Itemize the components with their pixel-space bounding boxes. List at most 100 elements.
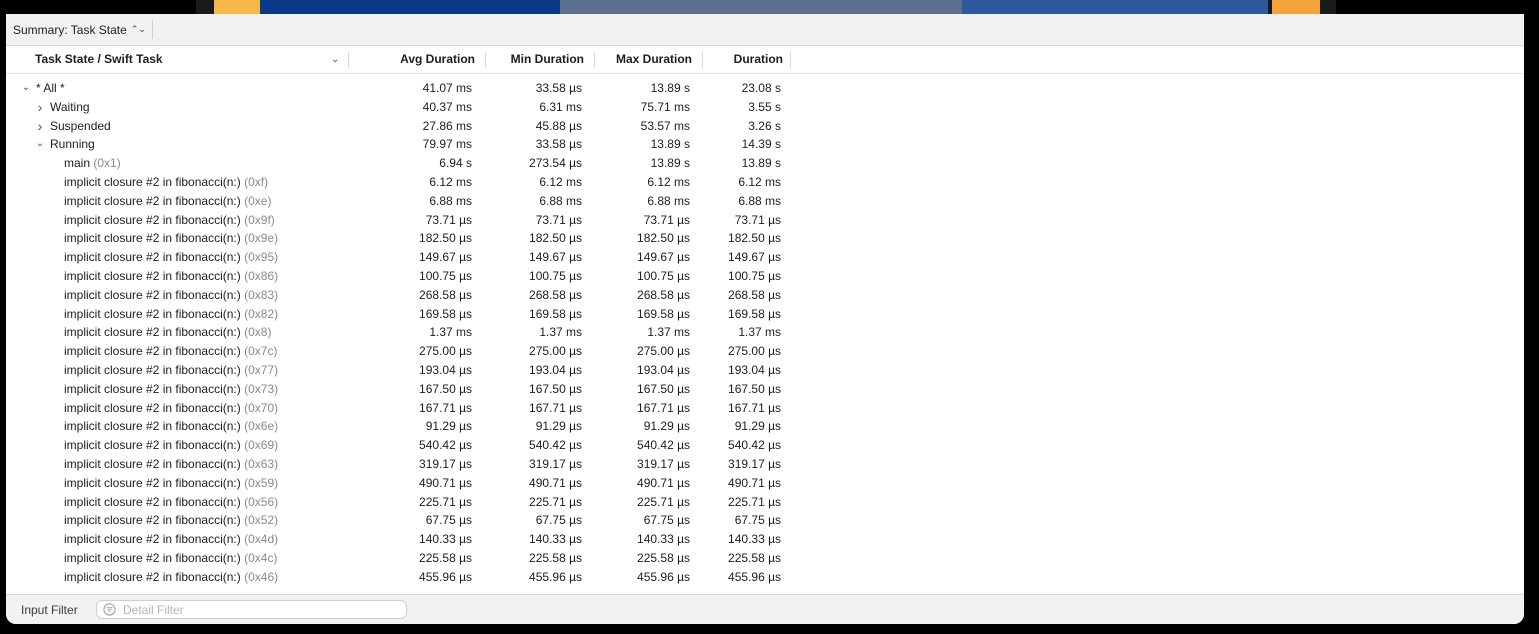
duration-cell: 319.17 µs xyxy=(728,456,781,471)
task-address: (0x82) xyxy=(244,306,279,321)
min-duration-cell: 45.88 µs xyxy=(535,118,582,133)
task-address: (0x7c) xyxy=(244,344,278,359)
timeline-segment xyxy=(260,0,560,14)
task-name: implicit closure #2 in fibonacci(n:) (0x… xyxy=(64,549,277,568)
table-row[interactable]: implicit closure #2 in fibonacci(n:) (0x… xyxy=(6,248,1524,267)
disclosure-open-icon[interactable]: ⌄ xyxy=(20,79,32,98)
column-header: Task State / Swift Task ⌄ Avg Duration M… xyxy=(6,46,1524,74)
table-row[interactable]: ⌄ * All * 41.07 ms 33.58 µs 13.89 s 23.08 s xyxy=(6,79,1524,98)
task-address: (0x52) xyxy=(244,513,279,528)
task-name: implicit closure #2 in fibonacci(n:) (0x… xyxy=(64,248,278,267)
duration-cell: 6.88 ms xyxy=(738,193,781,208)
column-min-duration[interactable]: Min Duration xyxy=(476,46,584,73)
table-row[interactable]: ⌄ Running 79.97 ms 33.58 µs 13.89 s 14.39 s xyxy=(6,135,1524,154)
task-name: implicit closure #2 in fibonacci(n:) (0x… xyxy=(64,192,271,211)
task-address: (0x59) xyxy=(244,475,279,490)
duration-cell: 91.29 µs xyxy=(734,419,781,434)
duration-cell: 3.55 s xyxy=(748,99,781,114)
task-address: (0x56) xyxy=(244,494,279,509)
table-row[interactable]: implicit closure #2 in fibonacci(n:) (0x… xyxy=(6,455,1524,474)
table-row[interactable]: implicit closure #2 in fibonacci(n:) (0x… xyxy=(6,286,1524,305)
duration-cell: 167.71 µs xyxy=(728,400,781,415)
chevron-down-icon[interactable]: ⌄ xyxy=(331,54,339,65)
table-row[interactable]: implicit closure #2 in fibonacci(n:) (0x… xyxy=(6,211,1524,230)
table-row[interactable]: implicit closure #2 in fibonacci(n:) (0x… xyxy=(6,229,1524,248)
table-row[interactable]: implicit closure #2 in fibonacci(n:) (0x… xyxy=(6,192,1524,211)
input-filter-button[interactable]: Input Filter xyxy=(21,603,78,617)
task-label: Suspended xyxy=(50,118,111,133)
task-name: implicit closure #2 in fibonacci(n:) (0x… xyxy=(64,511,278,530)
task-address: (0xe) xyxy=(244,193,272,208)
table-row[interactable]: implicit closure #2 in fibonacci(n:) (0x… xyxy=(6,417,1524,436)
duration-cell: 540.42 µs xyxy=(728,438,781,453)
table-row[interactable]: implicit closure #2 in fibonacci(n:) (0x… xyxy=(6,361,1524,380)
table-row[interactable]: implicit closure #2 in fibonacci(n:) (0x… xyxy=(6,342,1524,361)
min-duration-cell: 268.58 µs xyxy=(529,287,582,302)
avg-duration-cell: 91.29 µs xyxy=(425,419,472,434)
table-row[interactable]: implicit closure #2 in fibonacci(n:) (0x… xyxy=(6,267,1524,286)
column-avg-duration[interactable]: Avg Duration xyxy=(362,46,475,73)
table-row[interactable]: implicit closure #2 in fibonacci(n:) (0x… xyxy=(6,549,1524,568)
task-label: implicit closure #2 in fibonacci(n:) xyxy=(64,325,241,340)
up-down-chevron-icon: ⌃⌄ xyxy=(130,24,146,34)
avg-duration-cell: 149.67 µs xyxy=(419,250,472,265)
timeline-segment xyxy=(214,0,260,14)
table-row[interactable]: main (0x1) 6.94 s 273.54 µs 13.89 s 13.89 s xyxy=(6,154,1524,173)
column-task[interactable]: Task State / Swift Task xyxy=(35,46,163,73)
duration-cell: 275.00 µs xyxy=(728,344,781,359)
duration-cell: 3.26 s xyxy=(748,118,781,133)
task-name: implicit closure #2 in fibonacci(n:) (0x… xyxy=(64,286,278,305)
disclosure-closed-icon[interactable]: › xyxy=(34,98,46,117)
table-row[interactable]: implicit closure #2 in fibonacci(n:) (0x… xyxy=(6,436,1524,455)
table-row[interactable]: implicit closure #2 in fibonacci(n:) (0x… xyxy=(6,474,1524,493)
task-label: implicit closure #2 in fibonacci(n:) xyxy=(64,268,241,283)
task-address: (0x86) xyxy=(244,268,279,283)
task-label: implicit closure #2 in fibonacci(n:) xyxy=(64,193,241,208)
min-duration-cell: 100.75 µs xyxy=(529,268,582,283)
table-row[interactable]: implicit closure #2 in fibonacci(n:) (0x… xyxy=(6,493,1524,512)
table-row[interactable]: implicit closure #2 in fibonacci(n:) (0x… xyxy=(6,323,1524,342)
detail-filter-field[interactable] xyxy=(96,600,407,619)
table-row[interactable]: › Suspended 27.86 ms 45.88 µs 53.57 ms 3.26 s xyxy=(6,117,1524,136)
task-name: implicit closure #2 in fibonacci(n:) (0x… xyxy=(64,474,278,493)
task-label: implicit closure #2 in fibonacci(n:) xyxy=(64,438,241,453)
column-divider[interactable] xyxy=(348,52,349,68)
column-divider[interactable] xyxy=(790,52,791,68)
duration-cell: 169.58 µs xyxy=(728,306,781,321)
table-row[interactable]: implicit closure #2 in fibonacci(n:) (0x… xyxy=(6,530,1524,549)
min-duration-cell: 1.37 ms xyxy=(539,325,582,340)
summary-popup-button[interactable]: Summary: Task State ⌃⌄ xyxy=(9,20,153,39)
table-row[interactable]: implicit closure #2 in fibonacci(n:) (0x… xyxy=(6,380,1524,399)
avg-duration-cell: 268.58 µs xyxy=(419,287,472,302)
table-row[interactable]: implicit closure #2 in fibonacci(n:) (0x… xyxy=(6,568,1524,587)
task-label: implicit closure #2 in fibonacci(n:) xyxy=(64,569,241,584)
disclosure-open-icon[interactable]: ⌄ xyxy=(34,135,46,154)
column-max-duration[interactable]: Max Duration xyxy=(586,46,692,73)
column-duration[interactable]: Duration xyxy=(696,46,783,73)
avg-duration-cell: 225.58 µs xyxy=(419,550,472,565)
duration-cell: 149.67 µs xyxy=(728,250,781,265)
table-row[interactable]: implicit closure #2 in fibonacci(n:) (0x… xyxy=(6,173,1524,192)
task-name: implicit closure #2 in fibonacci(n:) (0x… xyxy=(64,173,268,192)
min-duration-cell: 33.58 µs xyxy=(535,137,582,152)
filter-icon xyxy=(103,603,116,616)
min-duration-cell: 275.00 µs xyxy=(529,344,582,359)
table-row[interactable]: implicit closure #2 in fibonacci(n:) (0x… xyxy=(6,305,1524,324)
avg-duration-cell: 167.50 µs xyxy=(419,381,472,396)
table-row[interactable]: implicit closure #2 in fibonacci(n:) (0x… xyxy=(6,511,1524,530)
task-name: implicit closure #2 in fibonacci(n:) (0x… xyxy=(64,493,278,512)
avg-duration-cell: 6.12 ms xyxy=(429,174,472,189)
duration-cell: 140.33 µs xyxy=(728,532,781,547)
task-address: (0x8) xyxy=(244,325,272,340)
summary-label: Summary: Task State xyxy=(13,22,127,37)
table-row[interactable]: implicit closure #2 in fibonacci(n:) (0x… xyxy=(6,399,1524,418)
min-duration-cell: 33.58 µs xyxy=(535,81,582,95)
task-address: (0x46) xyxy=(244,569,279,584)
table-row[interactable]: › Waiting 40.37 ms 6.31 ms 75.71 ms 3.55 s xyxy=(6,98,1524,117)
outline-table[interactable]: ⌄ * All * 41.07 ms 33.58 µs 13.89 s 23.08 s › W… xyxy=(6,79,1524,595)
task-name: implicit closure #2 in fibonacci(n:) (0x… xyxy=(64,568,278,587)
avg-duration-cell: 275.00 µs xyxy=(419,344,472,359)
detail-filter-input[interactable] xyxy=(121,601,395,618)
task-label: implicit closure #2 in fibonacci(n:) xyxy=(64,287,241,302)
disclosure-closed-icon[interactable]: › xyxy=(34,117,46,136)
